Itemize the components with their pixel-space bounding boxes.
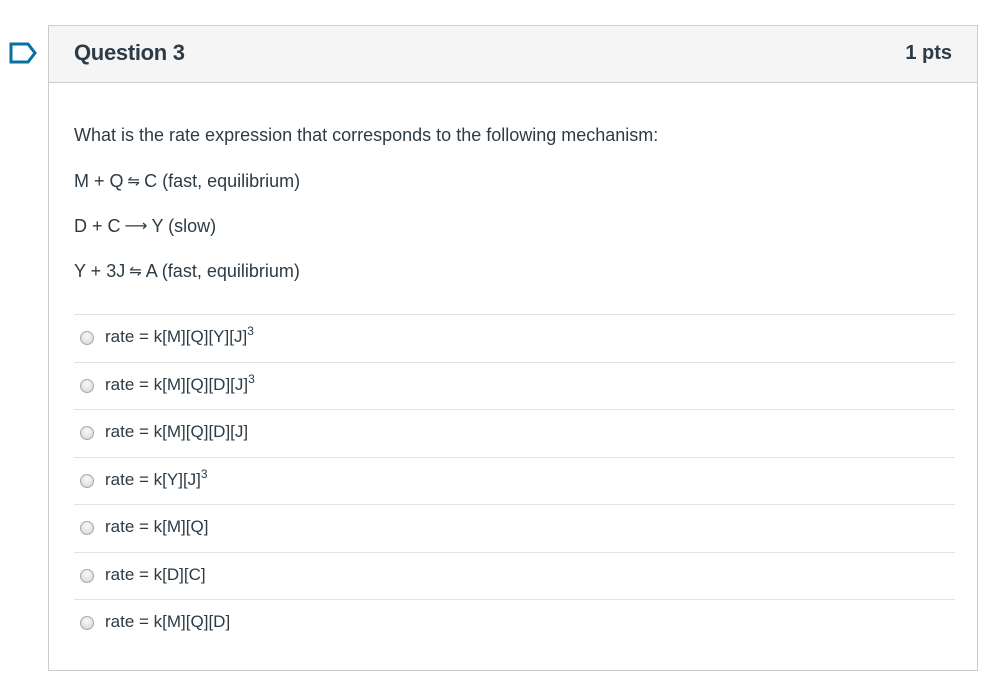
answer-label[interactable]: rate = k[M][Q][Y][J]3 — [105, 325, 254, 347]
step-products: A (fast, equilibrium) — [145, 261, 300, 281]
bookmark-flag-icon[interactable] — [9, 42, 37, 64]
answer-option[interactable]: rate = k[D][C] — [74, 551, 955, 600]
radio-button[interactable] — [80, 331, 94, 345]
question-points: 1 pts — [905, 42, 952, 64]
mechanism-step-3: Y + 3J ⇋ A (fast, equilibrium) — [74, 260, 954, 305]
answer-option[interactable]: rate = k[M][Q][D][J]3 — [74, 361, 955, 410]
step-products: Y (slow) — [151, 216, 217, 236]
answer-label[interactable]: rate = k[Y][J]3 — [105, 468, 208, 490]
equilibrium-arrow-icon: ⇋ — [127, 173, 141, 190]
equilibrium-arrow-icon: ⇋ — [129, 263, 142, 280]
answer-label[interactable]: rate = k[M][Q][D][J]3 — [105, 373, 255, 395]
answer-label[interactable]: rate = k[M][Q][D][J] — [105, 422, 248, 442]
answer-option[interactable]: rate = k[M][Q][Y][J]3 — [74, 314, 955, 362]
radio-button[interactable] — [80, 378, 94, 393]
step-products: C (fast, equilibrium) — [144, 171, 301, 191]
mechanism-step-2: D + C ⟶ Y (slow) — [74, 215, 954, 260]
radio-button[interactable] — [80, 568, 94, 583]
answer-label[interactable]: rate = k[D][C] — [105, 565, 206, 585]
step-reactants: M + Q — [74, 171, 124, 191]
radio-button[interactable] — [80, 426, 94, 440]
answer-label[interactable]: rate = k[M][Q] — [105, 517, 208, 537]
answer-list: rate = k[M][Q][Y][J]3 rate = k[M][Q][D][… — [74, 314, 955, 647]
answer-option[interactable]: rate = k[M][Q][D] — [74, 599, 955, 647]
mechanism-step-1: M + Q ⇋ C (fast, equilibrium) — [74, 170, 954, 215]
answer-option[interactable]: rate = k[M][Q] — [74, 504, 955, 552]
question-title: Question 3 — [74, 40, 185, 65]
radio-button[interactable] — [80, 616, 94, 630]
reaction-arrow-icon: ⟶ — [124, 218, 148, 235]
answer-label[interactable]: rate = k[M][Q][D] — [105, 612, 230, 632]
radio-button[interactable] — [80, 521, 94, 535]
question-stem: What is the rate expression that corresp… — [74, 125, 659, 145]
answer-option[interactable]: rate = k[Y][J]3 — [74, 456, 955, 505]
question-header: Question 3 1 pts — [49, 26, 977, 83]
step-reactants: Y + 3J — [74, 261, 126, 281]
question-text: What is the rate expression that corresp… — [74, 124, 954, 305]
question-card: Question 3 1 pts What is the rate expres… — [48, 25, 978, 671]
answer-option[interactable]: rate = k[M][Q][D][J] — [74, 409, 955, 457]
radio-button[interactable] — [80, 473, 94, 488]
step-reactants: D + C — [74, 216, 121, 236]
